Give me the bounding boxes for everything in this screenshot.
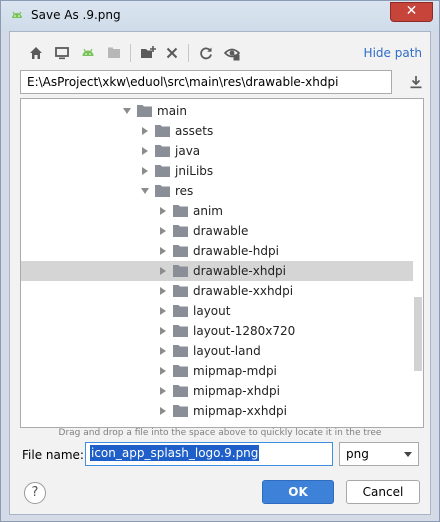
tree-row[interactable]: mipmap-mdpi [21,361,415,381]
tree-row[interactable]: mipmap-xxhdpi [21,401,415,421]
cancel-button[interactable]: Cancel [346,480,420,504]
dialog-body: Hide path E:\AsProject\xkw\eduol\src\mai… [9,31,431,515]
tree-row[interactable]: layout [21,301,415,321]
refresh-icon[interactable] [198,45,214,61]
chevron-right-icon[interactable] [141,167,149,175]
folder-icon [173,365,188,377]
chevron-right-icon[interactable] [159,367,167,375]
chevron-down-icon [404,452,412,457]
chevron-right-icon[interactable] [159,387,167,395]
title-bar[interactable]: Save As .9.png ✕ [1,1,439,31]
folder-icon [155,145,170,157]
chevron-right-icon[interactable] [141,127,149,135]
tree-item-label: mipmap-mdpi [193,364,277,378]
chevron-right-icon[interactable] [159,287,167,295]
chevron-right-icon[interactable] [159,307,167,315]
home-icon[interactable] [28,45,44,61]
tree-scroll-thumb[interactable] [414,297,422,371]
tree-item-label: drawable-hdpi [193,244,279,258]
tree-item-label: layout [193,304,231,318]
folder-icon [173,405,188,417]
file-name-label: File name: [22,448,84,462]
tree-item-label: main [157,104,187,118]
folder-icon [173,245,188,257]
path-row: E:\AsProject\xkw\eduol\src\main\res\draw… [20,70,424,94]
save-as-window: Save As .9.png ✕ Hide path E:\AsProject\… [0,0,440,522]
folder-icon [173,285,188,297]
file-name-input[interactable]: icon_app_splash_logo.9.png [85,442,333,466]
chevron-down-icon[interactable] [123,107,131,115]
tree-item-label: res [175,184,194,198]
folder-icon [173,325,188,337]
tree-item-label: anim [193,204,223,218]
file-name-value: icon_app_splash_logo.9.png [90,445,260,461]
chevron-right-icon[interactable] [159,207,167,215]
android-icon [12,11,22,18]
folder-icon [173,305,188,317]
folder-icon [155,185,170,197]
chevron-right-icon[interactable] [159,407,167,415]
tree-row[interactable]: drawable-hdpi [21,241,415,261]
close-button[interactable]: ✕ [390,2,433,22]
chevron-down-icon[interactable] [141,187,149,195]
tree-row[interactable]: main [21,101,415,121]
folder-icon [137,105,152,117]
tree-row[interactable]: drawable-xhdpi [21,261,415,281]
folder-icon [173,265,188,277]
chevron-right-icon[interactable] [141,147,149,155]
folder-icon [155,165,170,177]
android-icon[interactable] [80,45,96,61]
ok-button[interactable]: OK [262,480,334,504]
tree-item-label: drawable-xhdpi [193,264,287,278]
module-icon [108,47,120,58]
tree-row[interactable]: res [21,181,415,201]
tree-row[interactable]: java [21,141,415,161]
file-type-select[interactable]: png [339,442,419,466]
help-button[interactable]: ? [24,482,46,504]
tree-item-label: layout-1280x720 [193,324,296,338]
chevron-right-icon[interactable] [159,267,167,275]
drag-drop-hint: Drag and drop a file into the space abov… [58,428,382,438]
chevron-right-icon[interactable] [159,247,167,255]
tree-row[interactable]: drawable-xxhdpi [21,281,415,301]
tree-item-label: layout-land [193,344,261,358]
tree-scrollbar[interactable] [413,99,423,427]
tree-row[interactable]: jniLibs [21,161,415,181]
show-hidden-icon[interactable] [224,45,240,61]
tree-row[interactable]: assets [21,121,415,141]
folder-icon [173,205,188,217]
tree-row[interactable]: layout-land [21,341,415,361]
desktop-icon[interactable] [54,45,70,61]
folder-icon [173,385,188,397]
chevron-right-icon[interactable] [159,227,167,235]
window-title: Save As .9.png [31,8,121,22]
path-input[interactable]: E:\AsProject\xkw\eduol\src\main\res\draw… [20,70,392,94]
tree-row[interactable]: anim [21,201,415,221]
tree-item-label: java [175,144,201,158]
folder-tree[interactable]: mipmap-xxhdpi mipmap-xhdpi mipmap-mdpi layo… [20,98,424,428]
tree-row[interactable]: drawable [21,221,415,241]
tree-row[interactable]: layout-1280x720 [21,321,415,341]
toolbar: Hide path [10,32,430,74]
toolbar-separator [130,44,131,62]
tree-item-label: drawable-xxhdpi [193,284,294,298]
chevron-right-icon[interactable] [159,327,167,335]
folder-icon [173,345,188,357]
tree-item-label: jniLibs [175,164,214,178]
download-icon[interactable] [408,74,424,90]
tree-item-label: mipmap-xxhdpi [193,404,288,418]
file-type-value: png [346,447,369,461]
tree-item-label: assets [175,124,214,138]
folder-icon [155,125,170,137]
new-folder-icon[interactable] [140,45,156,61]
toolbar-separator [188,44,189,62]
tree-item-label: drawable [193,224,249,238]
tree-item-label: mipmap-xhdpi [193,384,280,398]
delete-icon[interactable] [164,45,180,61]
folder-icon [173,225,188,237]
chevron-right-icon[interactable] [159,347,167,355]
tree-row[interactable]: mipmap-xhdpi [21,381,415,401]
hide-path-link[interactable]: Hide path [364,46,422,60]
